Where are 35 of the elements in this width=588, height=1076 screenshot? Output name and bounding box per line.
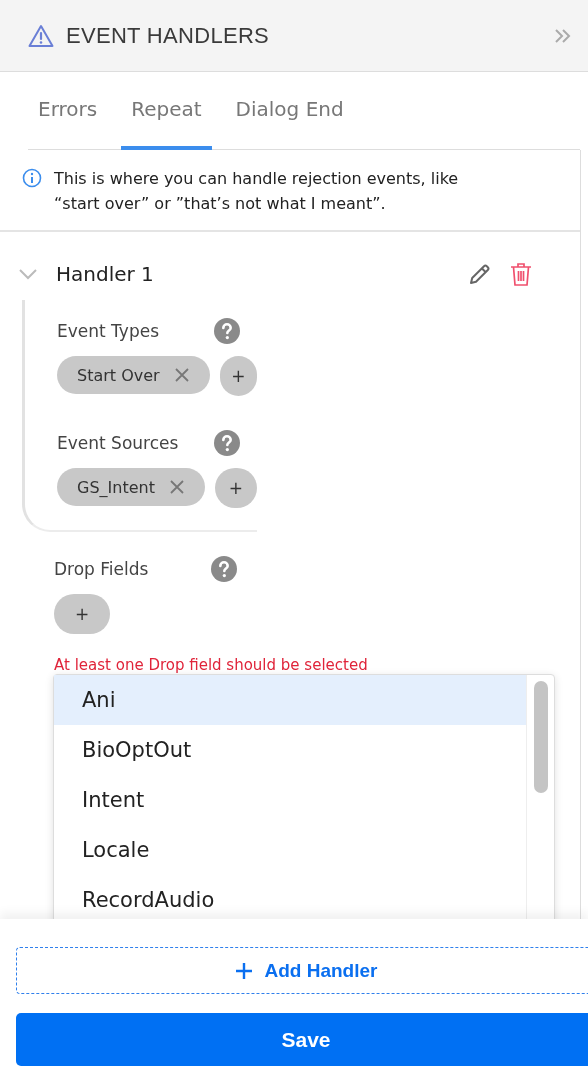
info-text: This is where you can handle rejection events, like “start over” or ”that’s not what I meant”. [54,168,460,215]
add-button[interactable]: + [219,356,257,396]
trash-icon[interactable] [510,262,532,286]
dropdown-option[interactable]: Locale [54,825,526,875]
panel-title: EVENT HANDLERS [66,22,271,49]
dropdown-option[interactable]: Intent [54,775,526,825]
close-icon[interactable] [173,367,190,383]
tag-label: Start Over [77,365,160,385]
plus-icon [234,961,253,980]
dropdown-option[interactable]: BioOptOut [54,725,526,775]
add-button[interactable]: + [214,468,257,508]
save-button[interactable]: Save [16,1013,588,1066]
error-message: At least one Drop field should be selected [54,656,369,674]
edit-icon[interactable] [468,262,492,286]
tab[interactable]: Repeat [121,72,212,150]
add-handler-button[interactable]: Add Handler [16,947,588,994]
field-label: Drop Fields [54,559,150,579]
tab[interactable]: Dialog End [225,72,354,150]
close-icon[interactable] [168,479,185,495]
help-icon[interactable] [214,430,240,456]
handler-title: Handler 1 [56,262,155,286]
collapse-icon[interactable] [554,27,572,44]
tab[interactable]: Errors [28,72,108,150]
add-button[interactable]: + [54,594,110,634]
dropdown-option[interactable]: RecordAudio [54,875,526,919]
tag-label: GS_Intent [77,477,155,497]
field-label: Event Sources [57,433,180,453]
info-icon [22,168,42,188]
help-icon[interactable] [214,318,240,344]
chevron-icon[interactable] [18,268,38,280]
dropdown-option[interactable]: Ani [54,675,526,725]
help-icon[interactable] [211,556,237,582]
warning-icon [28,23,54,48]
field-label: Event Types [57,321,160,341]
scrollbar-thumb[interactable] [534,681,548,793]
